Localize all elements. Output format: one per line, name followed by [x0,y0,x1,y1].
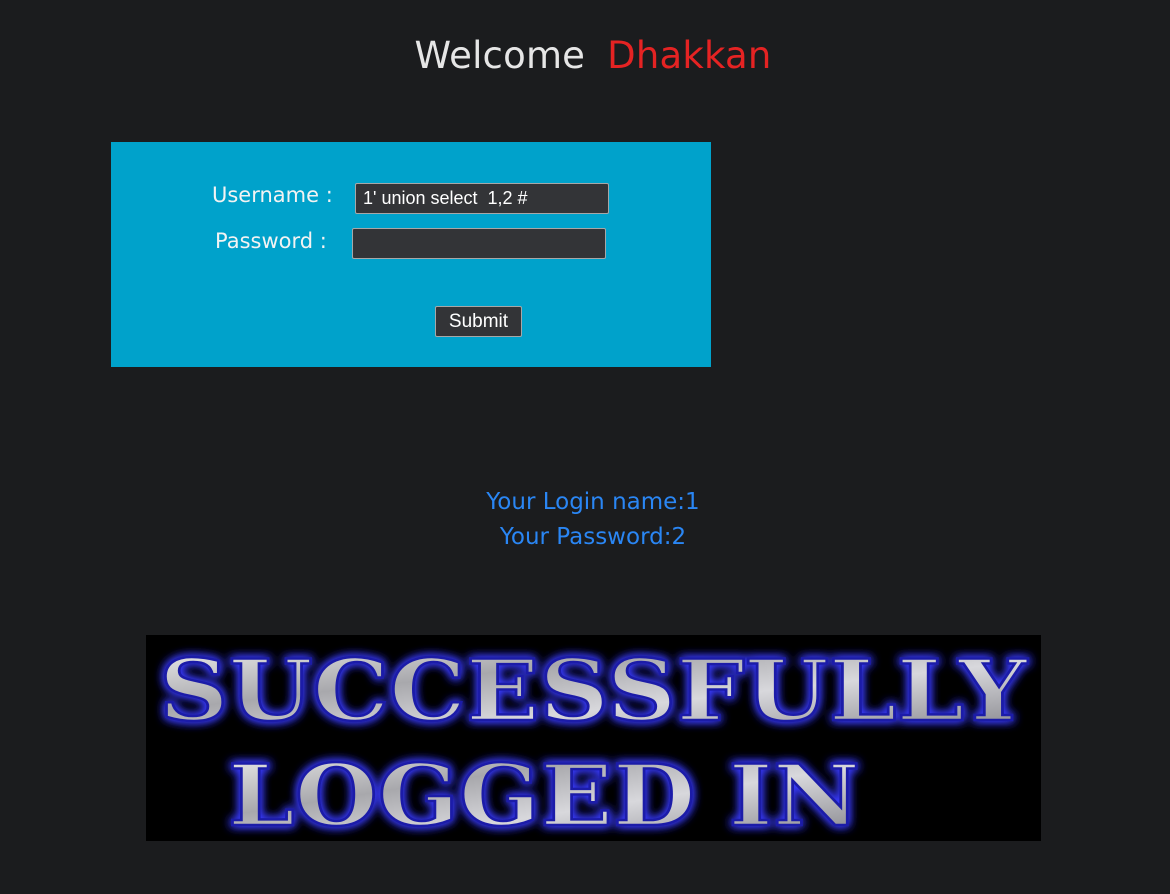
username-label: Username : [212,183,333,207]
submit-button[interactable]: Submit [435,306,522,337]
user-name: Dhakkan [607,34,772,77]
success-banner-image: SUCCESSFULLY LOGGED IN [146,635,1041,841]
username-input[interactable] [355,183,609,214]
password-label: Password : [215,229,327,253]
login-form-panel: Username : Password : Submit [111,142,711,367]
login-name-result: Your Login name:1 [486,489,700,515]
welcome-text: Welcome [414,34,586,77]
banner-line-1: SUCCESSFULLY [159,641,1028,740]
banner-line-2: LOGGED IN [228,746,860,841]
password-input[interactable] [352,228,606,259]
password-result: Your Password:2 [499,524,687,550]
welcome-header: Welcome Dhakkan [0,34,1170,77]
